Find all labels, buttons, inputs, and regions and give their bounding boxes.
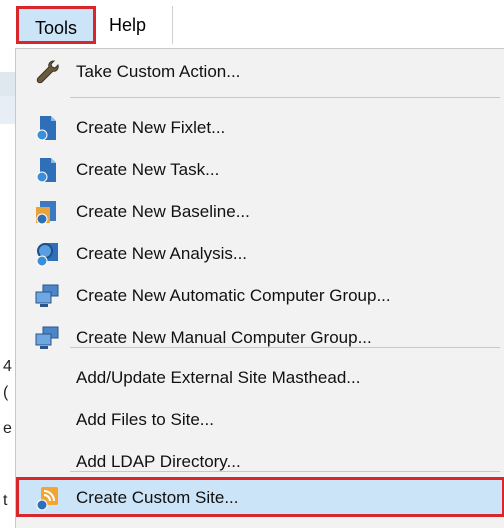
menu-item-label: Create New Task... xyxy=(76,160,220,179)
computer-group-icon xyxy=(34,283,60,309)
background-text-fragment: 4 xyxy=(3,358,12,375)
menu-item-label: Create New Automatic Computer Group... xyxy=(76,286,391,305)
background-row-fragment xyxy=(0,96,15,124)
menu-item-create-new-analysis[interactable]: Create New Analysis... xyxy=(16,233,504,275)
menu-separator xyxy=(70,97,500,98)
background-window-edge: 4 ( e t xyxy=(0,48,15,528)
menu-separator xyxy=(70,471,500,472)
menu-item-create-new-baseline[interactable]: Create New Baseline... xyxy=(16,191,504,233)
background-text-fragment: ( xyxy=(3,384,9,401)
background-toolbar-fragment xyxy=(0,72,15,98)
menu-item-add-files-to-site[interactable]: Add Files to Site... xyxy=(16,399,504,441)
menu-item-create-custom-site[interactable]: Create Custom Site... xyxy=(16,477,504,517)
menu-item-take-custom-action[interactable]: Take Custom Action... xyxy=(16,51,504,93)
tools-dropdown-menu: Take Custom Action... Create New Fixlet.… xyxy=(15,48,504,528)
fixlet-icon xyxy=(34,115,60,141)
menu-item-label: Create Custom Site... xyxy=(76,488,239,507)
help-menu[interactable]: Help xyxy=(97,6,173,44)
menu-bar: Tools Help xyxy=(0,0,504,48)
menu-item-label: Create New Baseline... xyxy=(76,202,250,221)
custom-site-icon xyxy=(34,485,60,511)
menu-item-label: Create New Analysis... xyxy=(76,244,248,263)
menu-item-label: Take Custom Action... xyxy=(76,62,241,81)
analysis-icon xyxy=(34,241,60,267)
menu-item-create-new-manual-computer-group[interactable]: Create New Manual Computer Group... xyxy=(16,317,504,359)
background-text-fragment: t xyxy=(3,492,8,509)
baseline-icon xyxy=(34,199,60,225)
background-text-fragment: e xyxy=(3,420,12,437)
computer-group-icon xyxy=(34,325,60,351)
menu-item-label: Create New Manual Computer Group... xyxy=(76,328,372,347)
menu-item-label: Add Files to Site... xyxy=(76,410,214,429)
task-icon xyxy=(34,157,60,183)
menu-item-add-update-external-site-masthead[interactable]: Add/Update External Site Masthead... xyxy=(16,357,504,399)
menu-item-label: Add/Update External Site Masthead... xyxy=(76,368,361,387)
menu-item-label: Create New Fixlet... xyxy=(76,118,226,137)
menu-separator xyxy=(70,347,500,348)
wrench-icon xyxy=(34,59,60,85)
tools-menu[interactable]: Tools xyxy=(16,6,96,44)
menu-item-create-new-automatic-computer-group[interactable]: Create New Automatic Computer Group... xyxy=(16,275,504,317)
menu-item-create-new-fixlet[interactable]: Create New Fixlet... xyxy=(16,107,504,149)
menu-item-create-new-task[interactable]: Create New Task... xyxy=(16,149,504,191)
